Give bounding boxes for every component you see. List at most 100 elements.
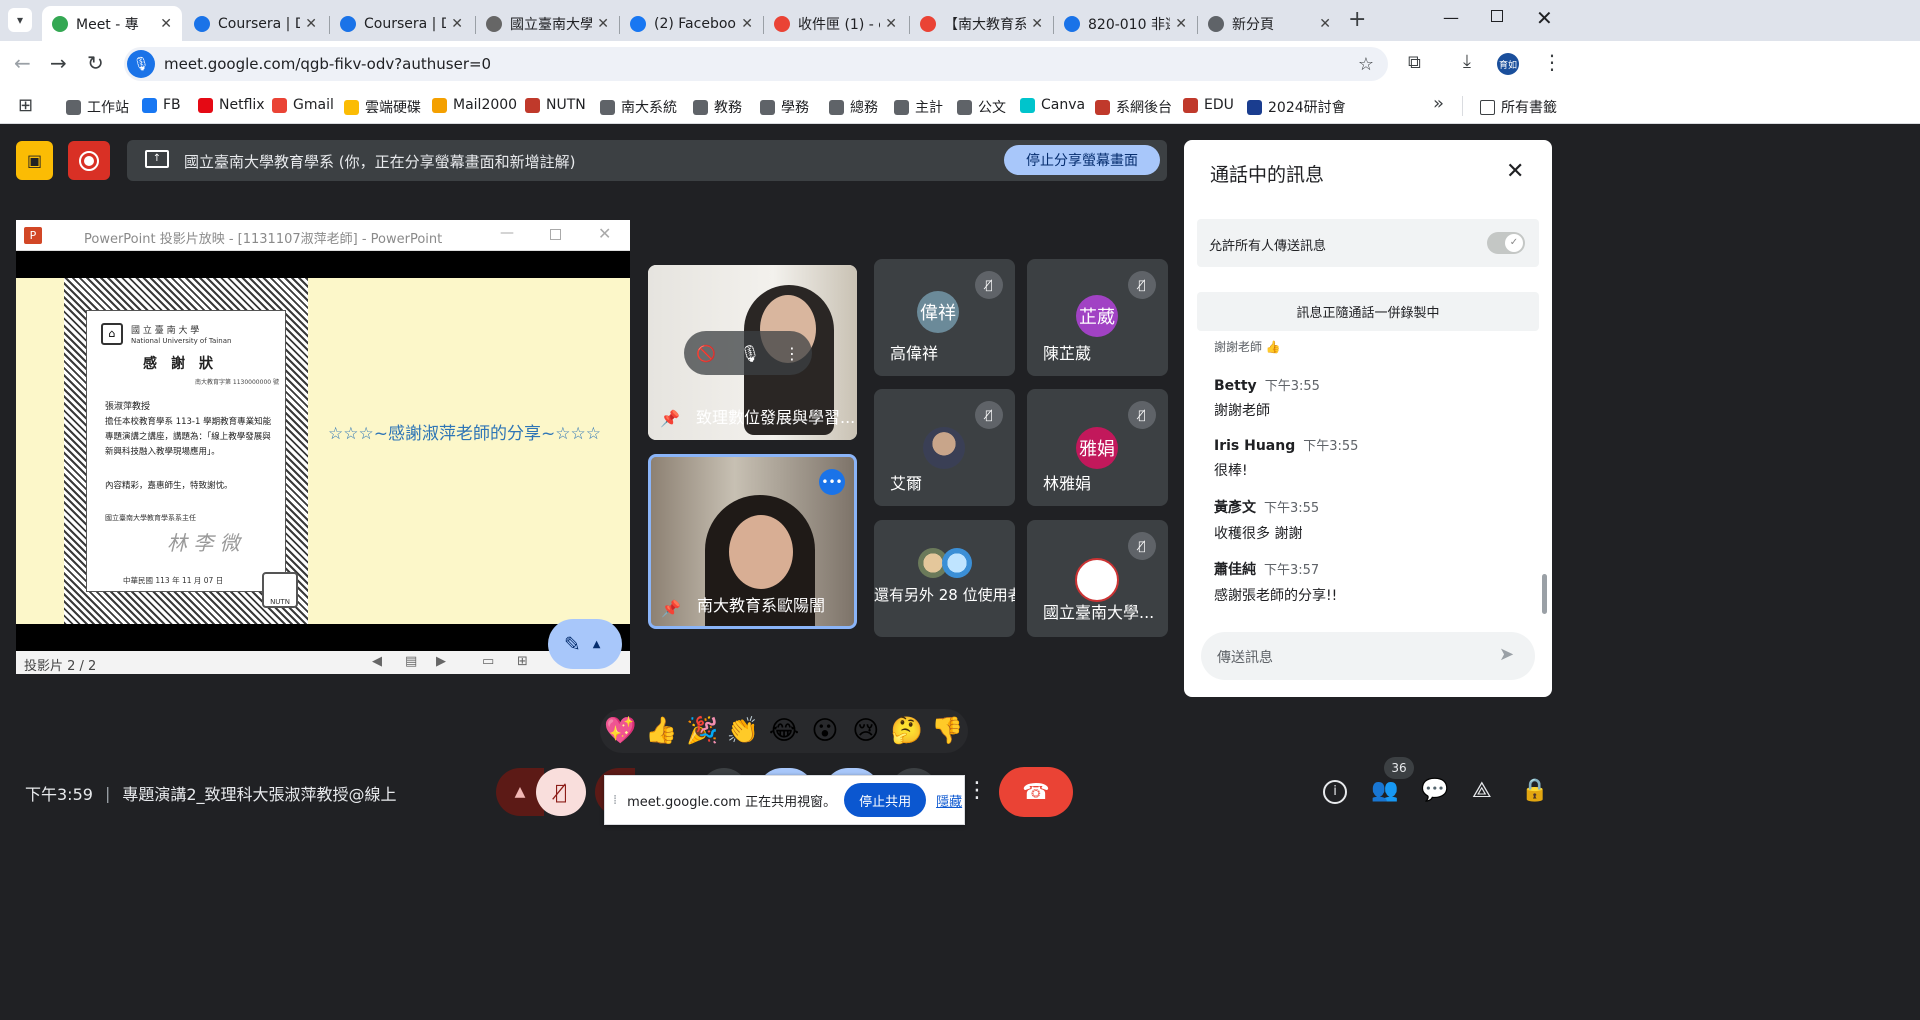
ppt-close-icon[interactable]: ✕ [598,224,611,243]
chat-icon[interactable]: 💬 [1421,778,1448,803]
all-bookmarks[interactable]: 所有書籤 [1480,97,1557,117]
menu-icon[interactable]: ⋮ [1542,50,1562,74]
close-tab-icon[interactable]: ✕ [1175,16,1187,32]
pin-icon[interactable]: 📌 [661,599,681,618]
bookmark-item[interactable]: FB [142,97,181,113]
chat-scrollbar[interactable] [1542,574,1547,614]
close-tab-icon[interactable]: ✕ [597,16,609,32]
browser-tab[interactable]: (2) Facebook ✕ [620,6,763,41]
reaction-laugh[interactable]: 😂 [764,709,805,753]
bookmark-item[interactable]: 2024研討會 [1247,97,1346,117]
bookmark-star-icon[interactable]: ☆ [1358,54,1374,75]
annotation-toolbar[interactable]: ✎ ▲ [548,619,622,669]
reaction-surprised[interactable]: 😮 [804,709,845,753]
activities-icon[interactable]: ⟁ [1472,778,1492,803]
hide-notice-link[interactable]: 隱藏 [936,791,962,810]
reaction-thumbs-up[interactable]: 👍 [641,709,682,753]
ppt-minimize-icon[interactable]: — [500,225,514,241]
reaction-clap[interactable]: 👏 [723,709,764,753]
mic-permission-icon[interactable]: 🎙 [127,50,155,78]
browser-tab[interactable]: 820-010 非選 ✕ [1054,6,1197,41]
bookmark-item[interactable]: 南大系統 [600,97,677,117]
bookmark-item[interactable]: 總務 [829,97,878,117]
new-tab-button[interactable]: + [1348,7,1366,32]
bookmark-item[interactable]: Netflix [198,97,265,113]
stop-presenting-button[interactable]: 停止分享螢幕畫面 [1004,145,1160,175]
download-icon[interactable]: ⤓ [1463,51,1471,72]
prev-slide-icon[interactable]: ◀ [372,654,382,669]
browser-tab[interactable]: Coursera | D ✕ [184,6,327,41]
leave-call-button[interactable]: ☎ [999,767,1073,817]
participant-tile[interactable]: 🎙̸ 國立臺南大學... [1027,520,1168,637]
send-icon[interactable]: ➤ [1499,644,1514,665]
tab-search-button[interactable]: ▾ [8,8,32,32]
profile-avatar[interactable]: 育如 [1497,53,1519,75]
participant-tile[interactable]: 🎙̸ 艾爾 [874,389,1015,506]
allow-messages-toggle[interactable]: ✓ [1487,232,1525,254]
normal-view-icon[interactable]: ▭ [482,654,494,669]
close-tab-icon[interactable]: ✕ [160,16,172,32]
more-options-icon[interactable]: ⋮ [784,344,800,363]
bookmarks-overflow-button[interactable]: » [1433,93,1444,114]
browser-tab[interactable]: 【南大教育系 ✕ [910,6,1053,41]
extensions-icon[interactable]: ⧉ [1408,52,1421,73]
drag-handle-icon[interactable]: ⁞ [613,793,617,808]
participant-overflow-tile[interactable]: 還有另外 28 位使用者 [874,520,1015,637]
browser-tab[interactable]: 收件匣 (1) - e ✕ [764,6,907,41]
browser-tab[interactable]: 新分頁 ✕ [1198,6,1341,41]
forward-icon[interactable]: → [50,51,67,75]
apps-grid-icon[interactable]: ⊞ [18,95,33,116]
omnibox[interactable]: 🎙 meet.google.com/qgb-fikv-odv?authuser=… [124,47,1388,81]
reload-icon[interactable]: ↻ [87,51,104,75]
bookmark-item[interactable]: 學務 [760,97,809,117]
mic-off-button[interactable]: 🎙̸ [536,768,586,816]
pen-tool-icon[interactable]: ✎ [564,632,581,656]
browser-tab[interactable]: Coursera | D ✕ [330,6,473,41]
participant-tile-active[interactable]: ••• 📌 南大教育系歐陽闇 [648,454,857,629]
browser-tab[interactable]: 國立臺南大學 ✕ [476,6,619,41]
reaction-thinking[interactable]: 🤔 [886,709,927,753]
reaction-heart[interactable]: 💖 [600,709,641,753]
reaction-thumbs-down[interactable]: 👎 [927,709,968,753]
reaction-sad[interactable]: 😢 [845,709,886,753]
participant-tile[interactable]: 🎙̸ 芷葳 陳芷葳 [1027,259,1168,376]
close-tab-icon[interactable]: ✕ [885,16,897,32]
more-options-icon[interactable]: ⋮ [966,778,988,803]
close-tab-icon[interactable]: ✕ [1031,16,1043,32]
bookmark-item[interactable]: EDU [1183,97,1234,113]
stop-sharing-button[interactable]: 停止共用 [844,783,927,817]
bookmark-item[interactable]: NUTN [525,97,586,113]
recording-indicator[interactable] [68,141,110,180]
bookmark-item[interactable]: 雲端硬碟 [344,97,421,117]
mute-participant-icon[interactable]: 🚫 [696,344,716,363]
sorter-view-icon[interactable]: ⊞ [517,654,528,669]
bookmark-item[interactable]: 主計 [894,97,943,117]
bookmark-item[interactable]: 教務 [693,97,742,117]
next-slide-icon[interactable]: ▶ [436,654,446,669]
caret-up-icon[interactable]: ▲ [593,639,601,650]
bookmark-item[interactable]: Canva [1020,97,1085,113]
captions-off-button[interactable]: ▣ [16,141,53,180]
browser-tab[interactable]: Meet - 專 ✕ [42,6,182,41]
notes-icon[interactable]: ▤ [405,654,417,669]
reaction-party[interactable]: 🎉 [682,709,723,753]
close-window-button[interactable]: ✕ [1536,6,1553,30]
people-icon[interactable]: 👥 [1371,778,1398,803]
pin-icon[interactable]: 📌 [660,409,680,428]
back-icon[interactable]: ← [14,51,31,75]
close-tab-icon[interactable]: ✕ [305,16,317,32]
bookmark-item[interactable]: Gmail [272,97,334,113]
close-chat-icon[interactable]: ✕ [1506,159,1524,184]
meeting-details-icon[interactable]: i [1323,780,1347,804]
mic-icon[interactable]: 🎙 [740,344,760,363]
participant-tile[interactable]: 🚫 🎙 ⋮ 📌 致理數位發展與學習... [648,265,857,440]
bookmark-item[interactable]: 工作站 [66,97,129,117]
close-tab-icon[interactable]: ✕ [741,16,753,32]
bookmark-item[interactable]: Mail2000 [432,97,517,113]
bookmark-item[interactable]: 系網後台 [1095,97,1172,117]
participant-tile[interactable]: 🎙̸ 偉祥 高偉祥 [874,259,1015,376]
chat-input[interactable]: 傳送訊息 ➤ [1201,632,1535,680]
host-controls-icon[interactable]: 🔒 [1521,778,1548,803]
close-tab-icon[interactable]: ✕ [451,16,463,32]
ppt-maximize-icon[interactable] [550,229,561,240]
